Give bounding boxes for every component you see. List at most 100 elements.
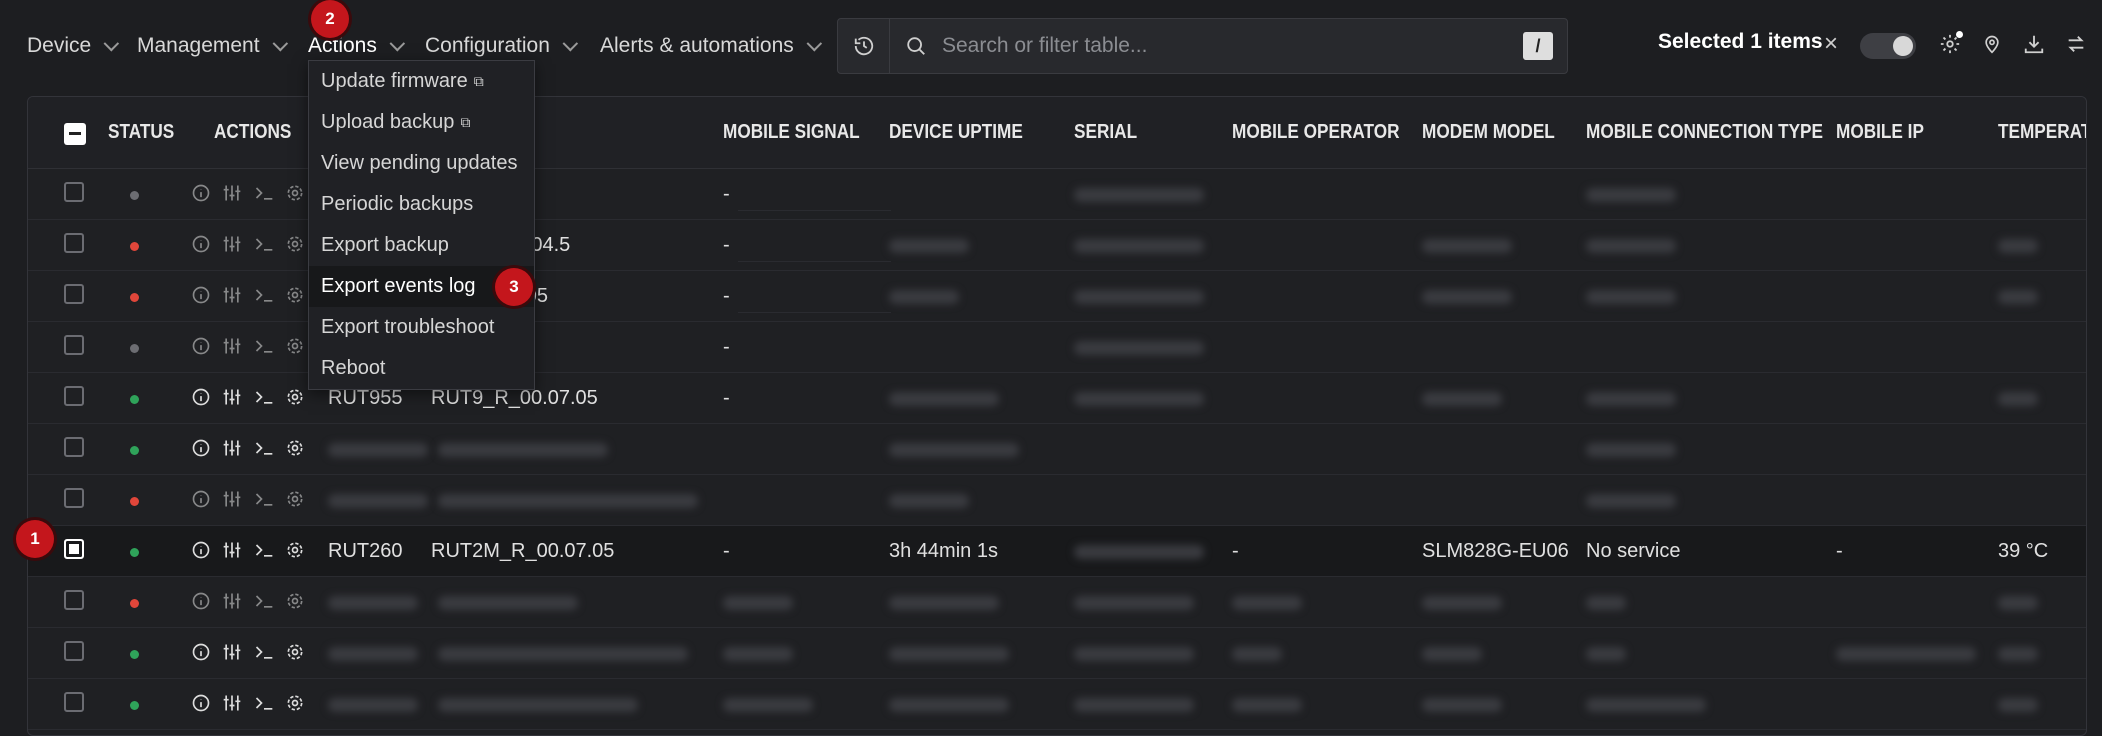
info-icon[interactable] bbox=[191, 489, 211, 514]
gear-icon[interactable] bbox=[285, 234, 305, 259]
cell-modem: SLM828G-EU06 bbox=[1422, 540, 1569, 562]
info-icon[interactable] bbox=[191, 183, 211, 208]
sliders-icon[interactable] bbox=[221, 489, 243, 514]
col-device-uptime[interactable]: DEVICE UPTIME bbox=[889, 121, 1023, 144]
terminal-icon[interactable] bbox=[253, 234, 275, 259]
col-mobile-operator[interactable]: MOBILE OPERATOR bbox=[1232, 121, 1400, 144]
table-row[interactable] bbox=[28, 577, 2086, 628]
gear-icon[interactable] bbox=[285, 336, 305, 361]
info-icon[interactable] bbox=[191, 693, 211, 718]
gear-icon[interactable] bbox=[285, 183, 305, 208]
menu-item-update-firmware[interactable]: Update firmware ⧉ bbox=[309, 61, 534, 102]
sliders-icon[interactable] bbox=[221, 285, 243, 310]
table-row[interactable] bbox=[28, 679, 2086, 730]
blurred-value bbox=[1074, 698, 1194, 712]
info-icon[interactable] bbox=[191, 336, 211, 361]
download-icon[interactable] bbox=[2020, 30, 2048, 58]
menu-item-upload-backup[interactable]: Upload backup ⧉ bbox=[309, 102, 534, 143]
clear-selection-button[interactable]: × bbox=[1824, 32, 1838, 56]
row-actions bbox=[191, 183, 305, 208]
sliders-icon[interactable] bbox=[221, 693, 243, 718]
col-actions[interactable]: ACTIONS bbox=[214, 121, 291, 144]
select-all-checkbox[interactable] bbox=[64, 123, 86, 145]
table-row[interactable] bbox=[28, 475, 2086, 526]
col-mobile-ip[interactable]: MOBILE IP bbox=[1836, 121, 1924, 144]
table-row[interactable]: RUT260 RUT2M_R_00.07.05 - 3h 44min 1s - SLM82… bbox=[28, 526, 2086, 577]
sliders-icon[interactable] bbox=[221, 234, 243, 259]
col-mobile-connection-type[interactable]: MOBILE CONNECTION TYPE bbox=[1586, 121, 1823, 144]
sliders-icon[interactable] bbox=[221, 387, 243, 412]
row-actions bbox=[191, 489, 305, 514]
table-row[interactable] bbox=[28, 628, 2086, 679]
row-checkbox[interactable] bbox=[64, 233, 84, 253]
sliders-icon[interactable] bbox=[221, 540, 243, 565]
sliders-icon[interactable] bbox=[221, 438, 243, 463]
gear-icon[interactable] bbox=[285, 642, 305, 667]
terminal-icon[interactable] bbox=[253, 540, 275, 565]
row-checkbox[interactable] bbox=[64, 641, 84, 661]
sliders-icon[interactable] bbox=[221, 642, 243, 667]
info-icon[interactable] bbox=[191, 540, 211, 565]
row-checkbox[interactable] bbox=[64, 284, 84, 304]
terminal-icon[interactable] bbox=[253, 438, 275, 463]
row-checkbox[interactable] bbox=[64, 590, 84, 610]
col-temperature[interactable]: TEMPERATU bbox=[1998, 121, 2086, 144]
menu-item-view-pending-updates[interactable]: View pending updates bbox=[309, 143, 534, 184]
row-checkbox[interactable] bbox=[64, 182, 84, 202]
terminal-icon[interactable] bbox=[253, 489, 275, 514]
status-dot-red bbox=[130, 599, 139, 608]
location-pin-icon[interactable] bbox=[1978, 30, 2006, 58]
sliders-icon[interactable] bbox=[221, 183, 243, 208]
terminal-icon[interactable] bbox=[253, 285, 275, 310]
gear-icon[interactable] bbox=[285, 540, 305, 565]
blurred-value bbox=[1998, 290, 2038, 304]
blurred-value bbox=[889, 443, 1019, 457]
menu-item-export-backup[interactable]: Export backup bbox=[309, 225, 534, 266]
table-row[interactable] bbox=[28, 424, 2086, 475]
row-checkbox[interactable] bbox=[64, 488, 84, 508]
terminal-icon[interactable] bbox=[253, 336, 275, 361]
gear-icon[interactable] bbox=[285, 285, 305, 310]
menu-item-reboot[interactable]: Reboot bbox=[309, 348, 534, 389]
transfer-icon[interactable] bbox=[2062, 30, 2090, 58]
row-checkbox[interactable] bbox=[64, 335, 84, 355]
gear-icon[interactable] bbox=[285, 693, 305, 718]
col-serial[interactable]: SERIAL bbox=[1074, 121, 1137, 144]
row-checkbox[interactable] bbox=[64, 539, 84, 559]
view-toggle[interactable] bbox=[1860, 33, 1916, 59]
gear-icon[interactable] bbox=[285, 387, 305, 412]
info-icon[interactable] bbox=[191, 591, 211, 616]
info-icon[interactable] bbox=[191, 387, 211, 412]
blurred-value bbox=[889, 698, 1009, 712]
info-icon[interactable] bbox=[191, 234, 211, 259]
terminal-icon[interactable] bbox=[253, 591, 275, 616]
sliders-icon[interactable] bbox=[221, 591, 243, 616]
settings-icon[interactable] bbox=[1936, 30, 1964, 58]
blurred-value bbox=[1586, 494, 1676, 508]
row-checkbox[interactable] bbox=[64, 692, 84, 712]
menu-item-periodic-backups[interactable]: Periodic backups bbox=[309, 184, 534, 225]
col-modem-model[interactable]: MODEM MODEL bbox=[1422, 121, 1555, 144]
history-icon[interactable] bbox=[838, 19, 890, 73]
terminal-icon[interactable] bbox=[253, 693, 275, 718]
info-icon[interactable] bbox=[191, 642, 211, 667]
nav-management[interactable]: Management bbox=[137, 24, 288, 68]
sliders-icon[interactable] bbox=[221, 336, 243, 361]
menu-item-export-troubleshoot[interactable]: Export troubleshoot bbox=[309, 307, 534, 348]
gear-icon[interactable] bbox=[285, 489, 305, 514]
row-checkbox[interactable] bbox=[64, 386, 84, 406]
info-icon[interactable] bbox=[191, 285, 211, 310]
cell-mobile-signal: - bbox=[723, 285, 730, 307]
col-status[interactable]: STATUS bbox=[108, 121, 174, 144]
terminal-icon[interactable] bbox=[253, 183, 275, 208]
nav-device[interactable]: Device bbox=[27, 24, 120, 68]
info-icon[interactable] bbox=[191, 438, 211, 463]
search-input[interactable] bbox=[942, 34, 1523, 58]
gear-icon[interactable] bbox=[285, 591, 305, 616]
row-checkbox[interactable] bbox=[64, 437, 84, 457]
nav-alerts-automations[interactable]: Alerts & automations bbox=[600, 24, 822, 68]
terminal-icon[interactable] bbox=[253, 642, 275, 667]
terminal-icon[interactable] bbox=[253, 387, 275, 412]
col-mobile-signal[interactable]: MOBILE SIGNAL bbox=[723, 121, 860, 144]
gear-icon[interactable] bbox=[285, 438, 305, 463]
